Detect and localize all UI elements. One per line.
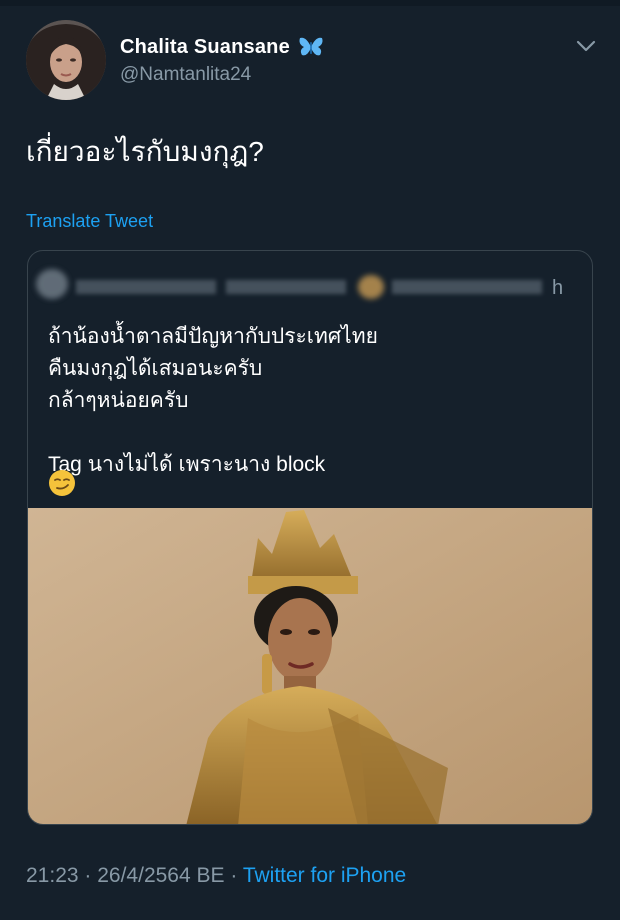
quoted-tweet-photo[interactable] [28,508,592,824]
quoted-tweet-card[interactable]: h ถ้าน้องน้ำตาลมีปัญหากับประเทศไทย คืนมง… [27,250,593,825]
tweet-text: เกี่ยวอะไรกับมงกุฎ? [26,136,264,167]
quoted-tweet-text: ถ้าน้องน้ำตาลมีปัญหากับประเทศไทย คืนมงกุ… [48,325,378,476]
footer-separator-2: · [224,864,243,887]
smirk-emoji-icon [48,469,76,497]
blurred-name [76,280,216,294]
blurred-emoji [358,275,384,299]
tweet-time[interactable]: 21:23 [26,864,79,887]
chevron-down-icon[interactable] [574,36,598,56]
quoted-tweet-time: h [552,277,564,299]
tweet-date[interactable]: 26/4/2564 BE [97,864,224,887]
butterfly-icon [298,36,324,58]
tweet-source-link[interactable]: Twitter for iPhone [243,864,406,887]
author-name[interactable]: Chalita Suansane [120,36,290,59]
avatar[interactable] [26,20,106,100]
tweet-footer: 21:23 · 26/4/2564 BE · Twitter for iPhon… [26,864,406,888]
blurred-meta [392,280,542,294]
quoted-tweet-header [36,267,576,303]
top-divider [0,0,620,6]
blurred-avatar [36,269,68,299]
blurred-handle [226,280,346,294]
author-name-row[interactable]: Chalita Suansane [120,34,324,60]
footer-separator: · [78,864,98,887]
translate-tweet-link[interactable]: Translate Tweet [26,211,153,232]
author-handle[interactable]: @Namtanlita24 [120,64,251,86]
avatar-image [26,20,106,100]
